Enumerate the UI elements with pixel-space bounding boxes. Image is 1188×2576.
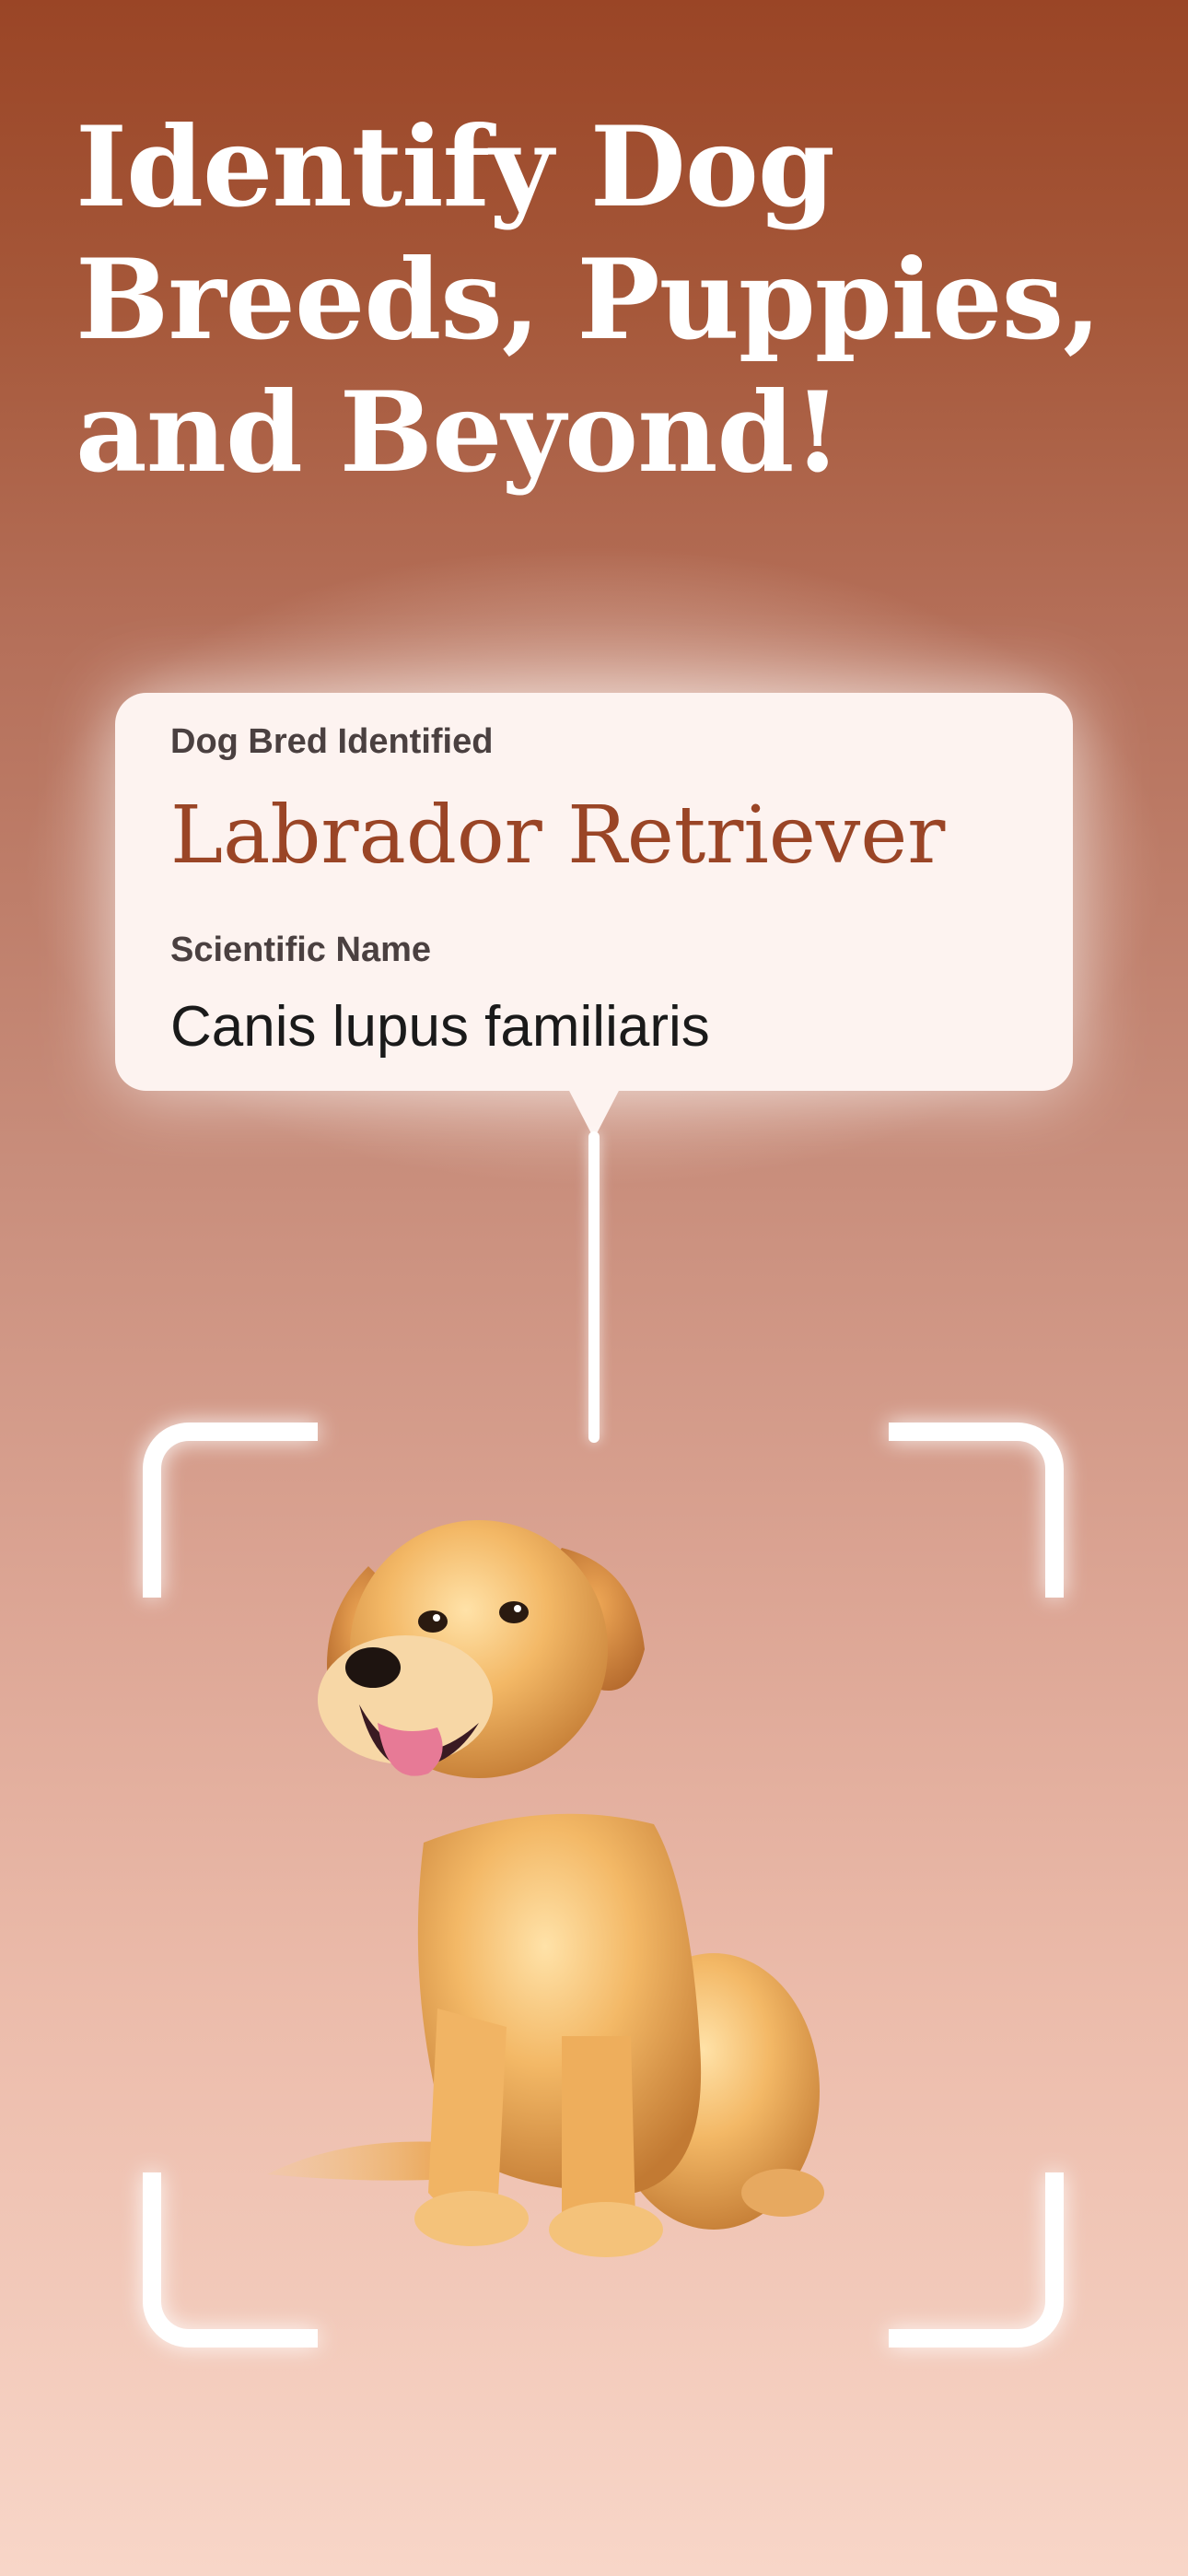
headline: Identify Dog Breeds, Puppies, and Beyond… [76, 101, 1125, 499]
headline-line-3: and Beyond! [76, 368, 842, 498]
breed-name: Labrador Retriever [170, 790, 946, 882]
dog-illustration [267, 1520, 824, 2257]
breed-label: Dog Bred Identified [170, 722, 494, 761]
headline-line-2: Breeds, Puppies, [76, 235, 1101, 365]
scientific-name: Canis lupus familiaris [170, 995, 710, 1059]
headline-line-1: Identify Dog [76, 102, 835, 232]
scan-frame-top-right-icon [889, 1423, 1064, 1598]
scan-frame-bottom-right-icon [889, 2172, 1064, 2348]
identification-card: Dog Bred Identified Labrador Retriever S… [115, 693, 1073, 1091]
scientific-name-label: Scientific Name [170, 931, 431, 969]
connector-line [588, 1131, 600, 1443]
